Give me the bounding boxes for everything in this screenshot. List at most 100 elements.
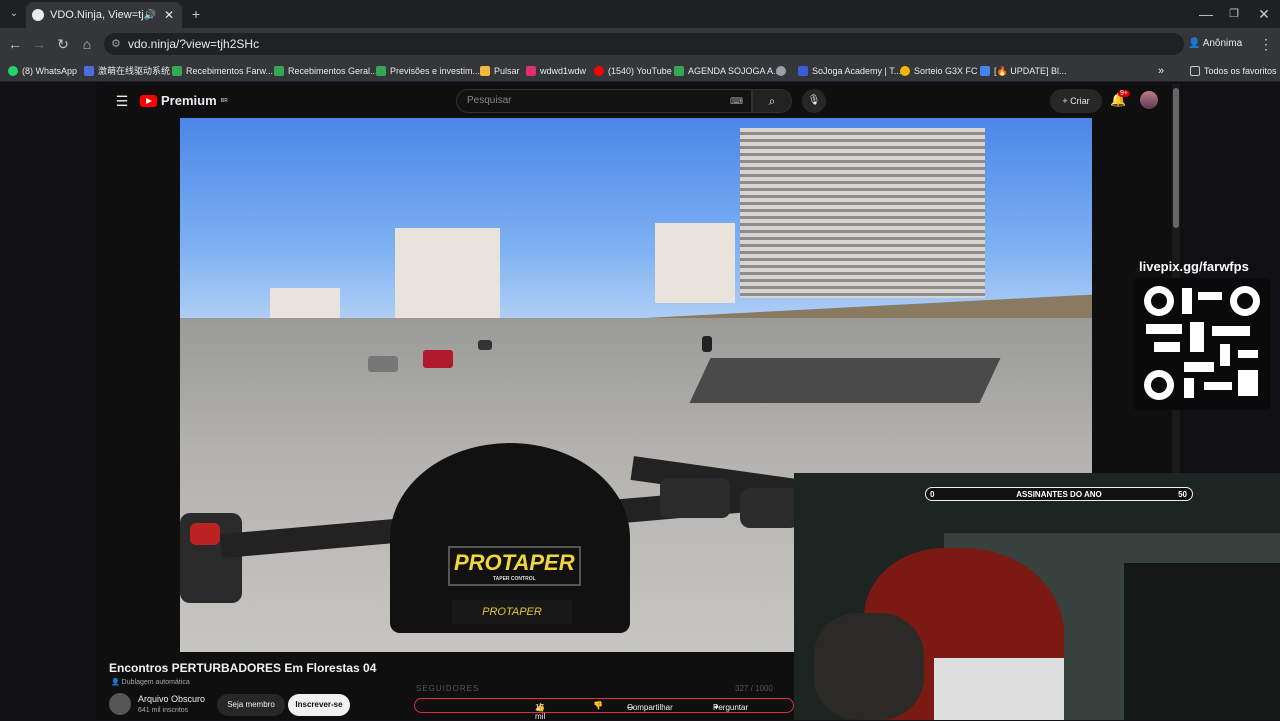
- sheets-icon: [274, 66, 284, 76]
- speaker-icon[interactable]: 🔊: [144, 10, 156, 21]
- followers-count: 327 / 1000: [735, 684, 773, 693]
- minimize-icon[interactable]: —: [1196, 4, 1216, 24]
- video-title: Encontros PERTURBADORES Em Florestas 04: [109, 661, 377, 675]
- like-count: 17 mil: [535, 703, 546, 721]
- avatar[interactable]: [1140, 91, 1158, 109]
- bookmark-item[interactable]: Recebimentos Farw...: [172, 64, 273, 78]
- video-car: [478, 340, 492, 350]
- bookmark-label: AGENDA SOJOGA A...: [688, 66, 781, 76]
- profile-button[interactable]: 👤 Anônima: [1188, 35, 1242, 53]
- address-bar[interactable]: ⚙ vdo.ninja/?view=tjh2SHc: [104, 33, 1184, 55]
- followers-label: SEGUIDORES: [416, 684, 480, 693]
- youtube-logo[interactable]: Premium BR: [140, 93, 228, 108]
- search-placeholder: Pesquisar: [467, 95, 512, 106]
- bookmark-item[interactable]: Sorteio G3X FC: [900, 64, 978, 78]
- webcam-shirt: [934, 658, 1064, 720]
- keyboard-icon[interactable]: ⌨: [730, 90, 743, 112]
- webcam-monitor: [1124, 563, 1280, 720]
- action-bar: 👍 17 mil 👎 ↪ Compartilhar ✦ Perguntar: [414, 698, 794, 721]
- new-tab-button[interactable]: +: [186, 4, 206, 24]
- mic-icon: 🎙: [807, 95, 821, 106]
- bookmark-label: [🔥 UPDATE] Bl...: [994, 66, 1067, 76]
- bookmark-favicon-icon: [798, 66, 808, 76]
- youtube-header: ☰ Premium BR Pesquisar ⌨ ⌕ 🎙 + Criar 🔔 9+: [100, 84, 1180, 118]
- bookmark-item[interactable]: (8) WhatsApp: [8, 64, 77, 78]
- more-bookmarks-icon[interactable]: »: [1158, 64, 1164, 78]
- bookmark-label: Pulsar: [494, 66, 520, 76]
- close-tab-icon[interactable]: ✕: [162, 8, 176, 22]
- video-building: [395, 228, 500, 323]
- menu-icon[interactable]: ⋮: [1256, 34, 1276, 54]
- bookmark-item[interactable]: SoJoga Academy | T...: [798, 64, 901, 78]
- bookmark-label: Previsões e investim...: [390, 66, 481, 76]
- channel-name[interactable]: Arquivo Obscuro: [138, 694, 205, 704]
- channel-avatar[interactable]: [109, 693, 131, 715]
- webcam-overlay: [794, 473, 1280, 720]
- video-sticker: PROTAPER TAPER CONTROL: [448, 546, 581, 586]
- dislike-icon[interactable]: 👎: [593, 701, 603, 710]
- notification-badge: 9+: [1118, 90, 1130, 97]
- bookmark-item[interactable]: Pulsar: [480, 64, 520, 78]
- search-input[interactable]: Pesquisar ⌨: [456, 89, 752, 113]
- sheets-icon: [172, 66, 182, 76]
- channel-subscribers: 641 mil inscritos: [138, 707, 189, 714]
- bookmark-item[interactable]: AGENDA SOJOGA A...: [674, 64, 781, 78]
- back-icon[interactable]: ←: [5, 34, 25, 54]
- bookmark-label: Recebimentos Farw...: [186, 66, 274, 76]
- hamburger-menu-icon[interactable]: ☰: [112, 91, 132, 111]
- goal-target: 50: [1178, 490, 1187, 499]
- restore-icon[interactable]: ❐: [1224, 4, 1244, 24]
- video-building: [740, 128, 985, 298]
- site-info-icon[interactable]: ⚙: [111, 33, 121, 55]
- browser-tab[interactable]: VDO.Ninja, View=tjh2SHc 🔊 ✕: [26, 2, 182, 28]
- bookmark-label: (1540) YouTube: [608, 66, 672, 76]
- dub-icon: 👤: [111, 679, 122, 686]
- sticker-text: PROTAPER: [454, 550, 575, 575]
- tab-favicon-icon: [32, 9, 44, 21]
- tab-search-icon[interactable]: ⌄: [4, 4, 24, 24]
- all-bookmarks-label: Todos os favoritos: [1204, 66, 1277, 76]
- bookmark-item[interactable]: Previsões e investim...: [376, 64, 480, 78]
- region-label: BR: [220, 97, 228, 104]
- bookmark-label: SoJoga Academy | T...: [812, 66, 902, 76]
- scrollbar-thumb[interactable]: [1173, 88, 1179, 228]
- home-icon[interactable]: ⌂: [77, 34, 97, 54]
- folder-icon: [1190, 66, 1200, 76]
- dub-text: Dublagem automática: [121, 679, 190, 686]
- create-button[interactable]: + Criar: [1050, 89, 1102, 113]
- dub-label: 👤 Dublagem automática: [111, 678, 190, 686]
- share-label: Compartilhar: [627, 703, 673, 712]
- bookmark-label: wdwd1wdw: [540, 66, 587, 76]
- join-button[interactable]: Seja membro: [217, 694, 285, 716]
- reload-icon[interactable]: ↻: [53, 34, 73, 54]
- url-text: vdo.ninja/?view=tjh2SHc: [128, 37, 260, 51]
- video-switch-housing: [740, 488, 800, 528]
- video-switch-housing: [660, 478, 730, 518]
- voice-search-button[interactable]: 🎙: [802, 89, 826, 113]
- bookmark-item[interactable]: 激萌在线驱动系统: [84, 64, 170, 78]
- bookmark-item[interactable]: (1540) YouTube: [594, 64, 672, 78]
- bookmark-item[interactable]: [776, 64, 786, 78]
- bookmark-label: (8) WhatsApp: [22, 66, 78, 76]
- create-label: Criar: [1070, 96, 1090, 106]
- search-icon: ⌕: [768, 94, 776, 108]
- close-window-icon[interactable]: ✕: [1254, 4, 1274, 24]
- video-glove: [180, 513, 242, 603]
- bookmark-favicon-icon: [900, 66, 910, 76]
- bookmark-item[interactable]: wdwd1wdw: [526, 64, 586, 78]
- all-bookmarks-button[interactable]: Todos os favoritos: [1190, 64, 1277, 78]
- bookmark-item[interactable]: Recebimentos Geral...: [274, 64, 378, 78]
- video-car: [368, 356, 398, 372]
- subscribe-button[interactable]: Inscrever-se: [288, 694, 350, 716]
- ask-label: Perguntar: [713, 703, 749, 712]
- forward-icon[interactable]: →: [29, 34, 49, 54]
- search-button[interactable]: ⌕: [752, 89, 792, 113]
- bookmark-item[interactable]: [🔥 UPDATE] Bl...: [980, 64, 1067, 78]
- video-motorcycle: [702, 336, 712, 352]
- video-clamp: PROTAPER: [452, 600, 572, 624]
- video-car: [423, 350, 453, 368]
- sheets-icon: [674, 66, 684, 76]
- instagram-icon: [526, 66, 536, 76]
- subscriber-goal-bar: 0 ASSINANTES DO ANO 50: [925, 487, 1193, 501]
- bookmark-label: Sorteio G3X FC: [914, 66, 978, 76]
